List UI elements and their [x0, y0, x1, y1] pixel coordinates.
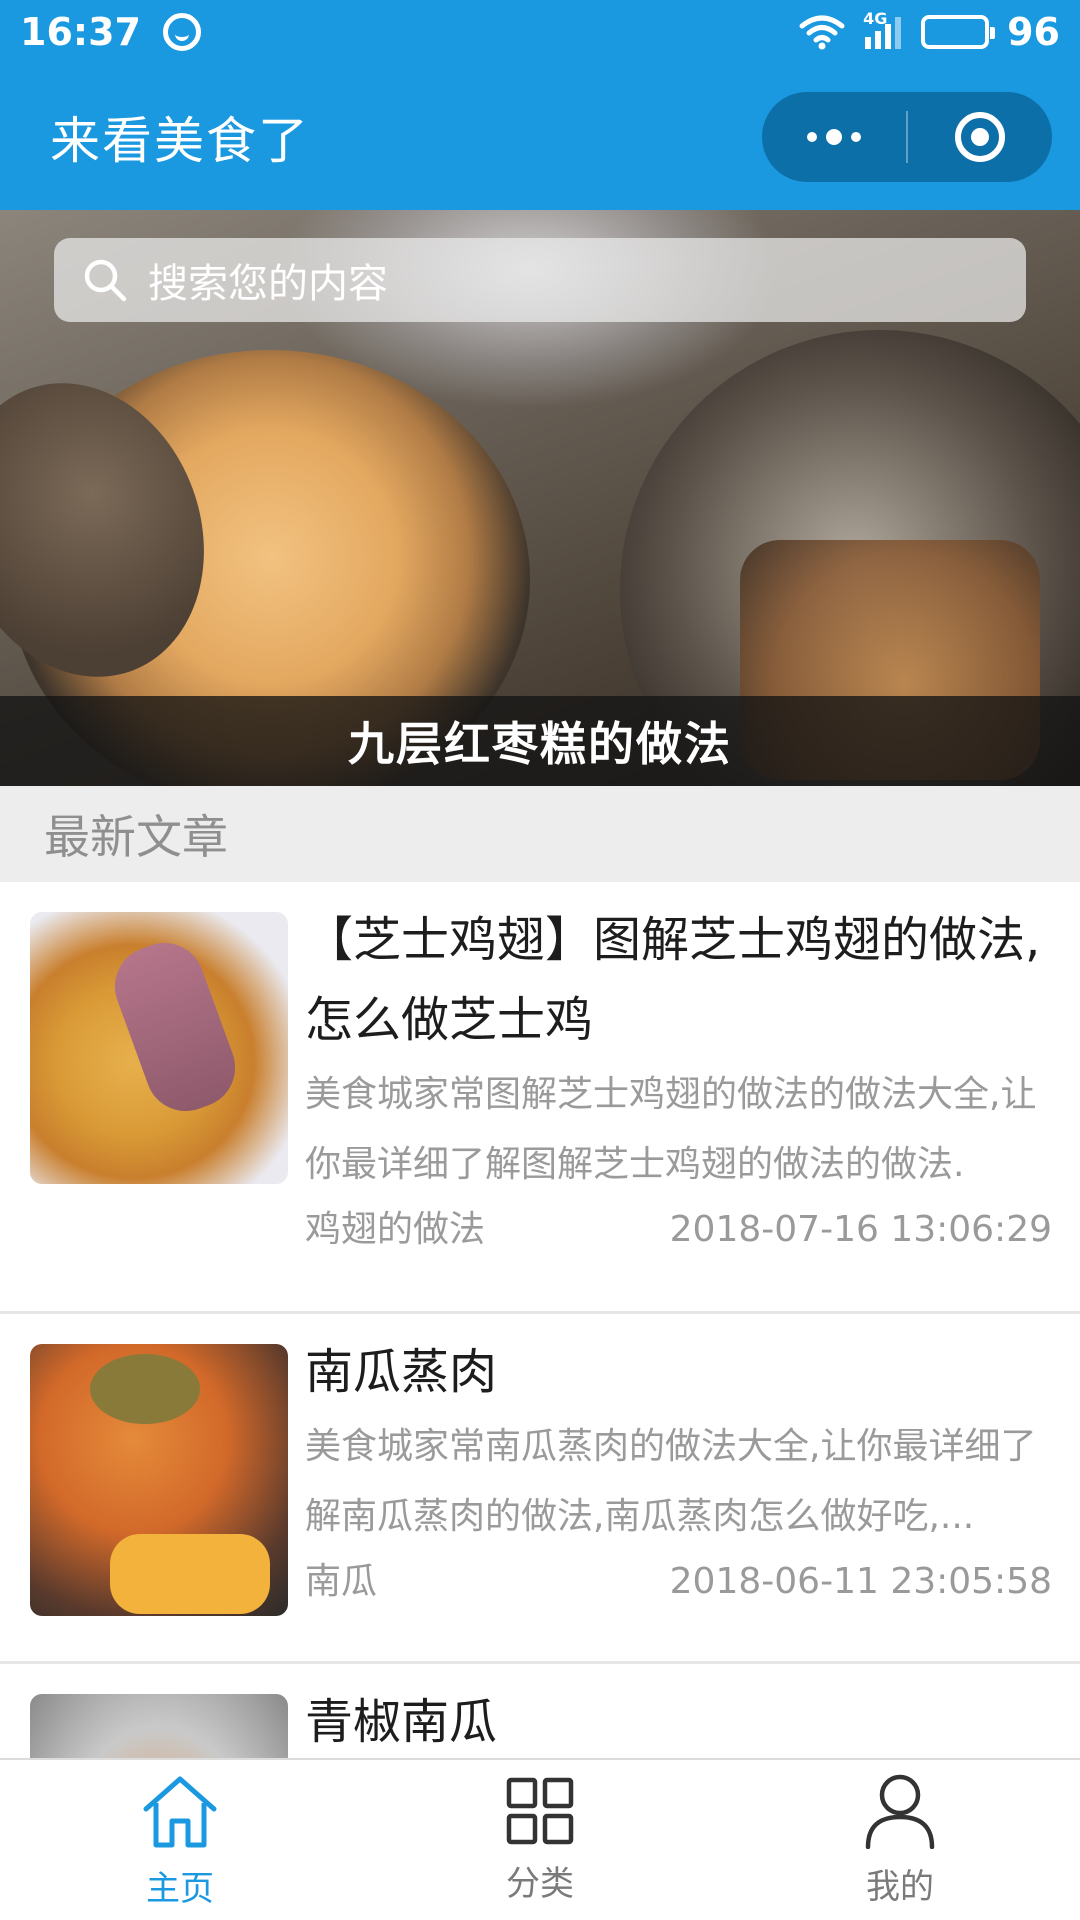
article-thumbnail: [30, 1694, 288, 1758]
status-bar: 16:37 4G 96: [0, 0, 1080, 64]
grid-icon: [505, 1776, 575, 1850]
more-dots-icon: [807, 129, 861, 145]
app-screen: 16:37 4G 96 来看美食了 搜索您的内容 九层红枣糕的做法 最新文章 【…: [0, 0, 1080, 1920]
article-meta: 南瓜 2018-06-11 23:05:58: [305, 1552, 1052, 1612]
article-tag: 鸡翅的做法: [305, 1209, 486, 1250]
tab-category-label: 分类: [506, 1863, 574, 1904]
nav-bar: 来看美食了: [0, 64, 1080, 210]
page-title: 来看美食了: [50, 112, 310, 170]
battery-level: 96: [1007, 10, 1060, 54]
close-miniprogram-button[interactable]: [908, 92, 1052, 182]
status-indicators: 4G 96: [799, 9, 1060, 54]
network-type-label: 4G: [863, 9, 888, 28]
article-card[interactable]: 南瓜蒸肉 美食城家常南瓜蒸肉的做法大全,让你最详细了解南瓜蒸肉的做法,南瓜蒸肉怎…: [0, 1314, 1080, 1664]
article-title: 南瓜蒸肉: [305, 1344, 498, 1400]
app-status-icon: [162, 13, 201, 51]
search-placeholder: 搜索您的内容: [148, 261, 388, 307]
article-description: 美食城家常南瓜蒸肉的做法大全,让你最详细了解南瓜蒸肉的做法,南瓜蒸肉怎么做好吃,…: [305, 1426, 1037, 1537]
tab-bar: 主页 分类 我的: [0, 1758, 1080, 1920]
article-thumbnail: [30, 1344, 288, 1616]
status-time: 16:37: [20, 10, 141, 54]
article-title: 青椒南瓜: [305, 1694, 498, 1750]
article-tag: 南瓜: [305, 1561, 378, 1602]
search-bar[interactable]: 搜索您的内容: [54, 238, 1026, 322]
battery-icon: [921, 15, 996, 49]
banner-caption: 九层红枣糕的做法: [0, 696, 1080, 786]
miniprogram-capsule: [762, 92, 1052, 182]
article-thumbnail: [30, 912, 288, 1184]
tab-category[interactable]: 分类: [360, 1760, 720, 1920]
article-title: 【芝士鸡翅】图解芝士鸡翅的做法,怎么做芝士鸡: [305, 912, 1041, 1048]
tab-home-label: 主页: [146, 1868, 214, 1909]
tab-home[interactable]: 主页: [0, 1760, 360, 1920]
article-date: 2018-06-11 23:05:58: [669, 1561, 1052, 1602]
article-card[interactable]: 【芝士鸡翅】图解芝士鸡翅的做法,怎么做芝士鸡 美食城家常图解芝士鸡翅的做法的做法…: [0, 882, 1080, 1314]
wifi-icon: [799, 14, 845, 50]
section-title-text: 最新文章: [44, 810, 228, 864]
home-icon: [140, 1771, 220, 1855]
tab-profile-label: 我的: [866, 1866, 934, 1907]
signal-4g-icon: 4G: [863, 9, 903, 49]
section-title: 最新文章: [0, 786, 1080, 882]
article-body: 【芝士鸡翅】图解芝士鸡翅的做法,怎么做芝士鸡 美食城家常图解芝士鸡翅的做法的做法…: [305, 900, 1052, 1260]
article-date: 2018-07-16 13:06:29: [669, 1209, 1052, 1250]
article-card[interactable]: 青椒南瓜: [0, 1664, 1080, 1758]
article-list: 【芝士鸡翅】图解芝士鸡翅的做法,怎么做芝士鸡 美食城家常图解芝士鸡翅的做法的做法…: [0, 882, 1080, 1758]
article-body: 南瓜蒸肉 美食城家常南瓜蒸肉的做法大全,让你最详细了解南瓜蒸肉的做法,南瓜蒸肉怎…: [305, 1332, 1052, 1612]
tab-profile[interactable]: 我的: [720, 1760, 1080, 1920]
search-icon: [80, 255, 130, 305]
person-icon: [863, 1773, 937, 1853]
featured-banner[interactable]: 搜索您的内容 九层红枣糕的做法: [0, 210, 1080, 786]
target-icon: [955, 112, 1005, 162]
more-button[interactable]: [762, 92, 906, 182]
article-meta: 鸡翅的做法 2018-07-16 13:06:29: [305, 1200, 1052, 1260]
article-body: 青椒南瓜: [305, 1682, 1052, 1758]
article-description: 美食城家常图解芝士鸡翅的做法的做法大全,让你最详细了解图解芝士鸡翅的做法的做法.: [305, 1074, 1037, 1185]
